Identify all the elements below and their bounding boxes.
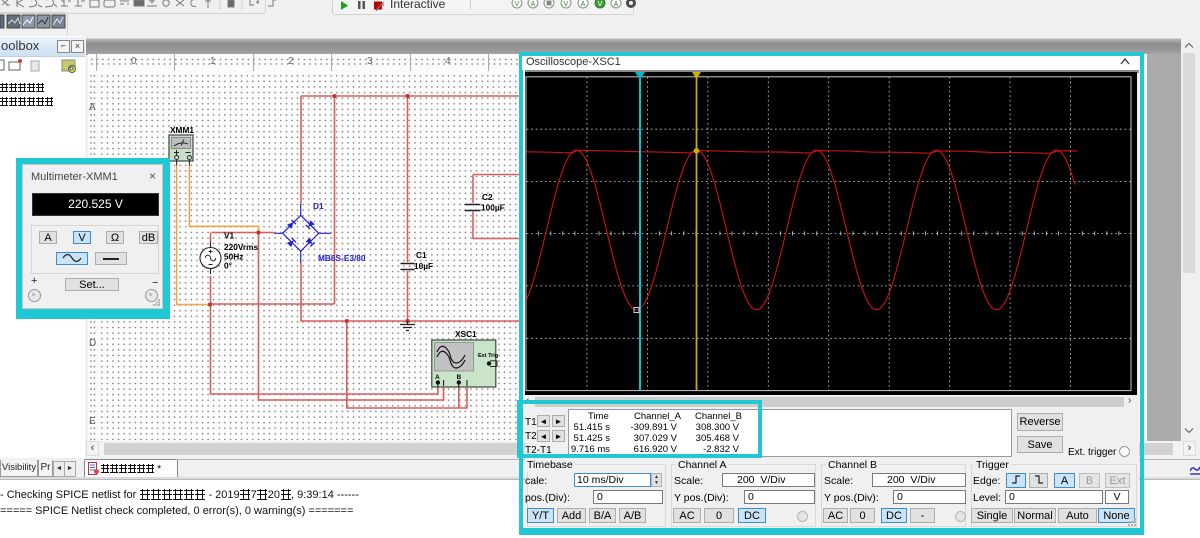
svg-text:D1: D1: [313, 201, 324, 211]
svg-text:B: B: [457, 374, 462, 381]
svg-text:V1: V1: [224, 231, 235, 241]
svg-text:100µF: 100µF: [481, 203, 505, 213]
svg-text:0°: 0°: [224, 261, 232, 271]
svg-text:Ext Trig: Ext Trig: [478, 353, 498, 359]
svg-text:V: V: [564, 1, 569, 8]
svg-text:10µF: 10µF: [414, 261, 433, 271]
svg-text:C2: C2: [482, 192, 493, 202]
svg-text:V: V: [598, 1, 603, 8]
svg-text:XMM1: XMM1: [170, 125, 194, 135]
svg-text:V: V: [515, 1, 520, 8]
svg-text:A: A: [435, 374, 440, 381]
svg-text:C1: C1: [416, 250, 427, 260]
svg-text:XSC1: XSC1: [455, 329, 477, 339]
svg-text:A: A: [614, 1, 619, 8]
svg-text:A: A: [581, 1, 586, 8]
svg-text:MB6S-E3/80: MB6S-E3/80: [318, 253, 366, 263]
svg-text:A: A: [531, 1, 536, 8]
